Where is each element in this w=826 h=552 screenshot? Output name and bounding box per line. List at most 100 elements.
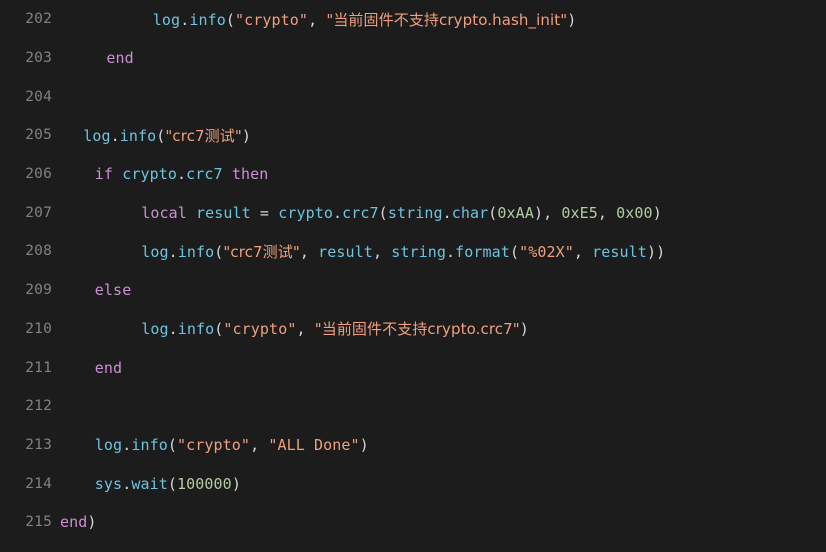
code-line[interactable]: 206 if crypto.crc7 then	[0, 155, 826, 194]
code-line[interactable]: 210 log.info("crypto", "当前固件不支持crypto.crc…	[0, 310, 826, 349]
token-punc: )	[519, 320, 529, 339]
token-punc: .	[177, 165, 187, 184]
token-ident: result	[318, 242, 373, 261]
code-line[interactable]: 215 end)	[0, 503, 826, 542]
code-line-content[interactable]: else	[52, 281, 826, 299]
code-line[interactable]: 207 local result = crypto.crc7(string.cha…	[0, 193, 826, 232]
token-ident: info	[131, 435, 168, 454]
code-line-content[interactable]: end	[52, 359, 826, 377]
token-punc: .	[122, 474, 132, 493]
token-punc: )	[567, 10, 577, 29]
code-line[interactable]: 213 log.info("crypto", "ALL Done")	[0, 426, 826, 465]
token-punc: (	[225, 10, 236, 29]
token-op: =	[259, 203, 270, 222]
code-line[interactable]: 211 end	[0, 348, 826, 387]
token-kw: else	[94, 281, 132, 300]
token-ident: info	[119, 126, 157, 145]
line-number: 210	[25, 320, 52, 337]
code-line-content[interactable]: local result = crypto.crc7(string.char(0…	[52, 204, 826, 222]
code-line-content[interactable]: sys.wait(100000)	[52, 475, 826, 493]
token-str: "crypto"	[177, 435, 251, 454]
token-punc	[223, 165, 232, 183]
line-number: 209	[25, 282, 52, 299]
token-str: "crc7测试"	[223, 242, 300, 261]
token-punc	[251, 204, 260, 222]
token-punc: .	[180, 10, 190, 29]
code-line-content[interactable]: end	[52, 49, 826, 67]
token-punc: ,	[299, 242, 319, 261]
code-line[interactable]: 204	[0, 77, 826, 116]
token-ident: log	[152, 10, 181, 29]
code-line-content[interactable]: log.info("crc7测试")	[52, 125, 826, 146]
token-punc: )	[231, 474, 241, 493]
token-punc: )	[359, 435, 369, 454]
token-punc: .	[168, 320, 178, 339]
token-punc: .	[446, 242, 456, 261]
token-punc: )	[652, 203, 662, 222]
token-ident: sys	[94, 474, 123, 493]
line-number: 204	[25, 88, 52, 105]
token-punc: (	[378, 203, 388, 222]
token-str: "ALL Done"	[268, 435, 360, 454]
token-ident: crypto	[278, 203, 333, 222]
code-line-content[interactable]: log.info("crypto", "当前固件不支持crypto.crc7")	[52, 318, 826, 339]
line-number: 203	[25, 50, 52, 67]
code-line[interactable]: 212	[0, 387, 826, 426]
token-punc: (	[167, 474, 178, 493]
token-punc	[269, 204, 278, 222]
token-punc: ,	[573, 242, 593, 261]
token-ident: char	[451, 203, 489, 222]
token-str: "crypto"	[223, 320, 297, 339]
code-editor[interactable]: 202 log.info("crypto", "当前固件不支持crypto.has…	[0, 0, 826, 552]
line-number: 202	[25, 11, 52, 28]
token-str: "当前固件不支持crypto.hash_init"	[326, 10, 568, 29]
token-ident: log	[83, 126, 111, 145]
token-ident: result	[592, 242, 647, 261]
token-str: "crc7测试"	[165, 126, 242, 145]
line-number: 207	[25, 204, 52, 221]
token-punc: ,	[296, 320, 315, 339]
token-kw: end	[106, 49, 134, 68]
token-ident: crc7	[342, 203, 379, 222]
token-ident: string	[387, 203, 443, 222]
token-kw: local	[141, 203, 187, 222]
line-number: 213	[25, 436, 52, 453]
line-number: 212	[25, 398, 52, 415]
line-number: 208	[25, 243, 52, 260]
token-punc: )	[241, 126, 252, 145]
token-ident: info	[177, 242, 215, 261]
token-ident: format	[455, 242, 510, 261]
token-punc: (	[509, 242, 520, 261]
line-number: 215	[25, 514, 52, 531]
code-line[interactable]: 214 sys.wait(100000)	[0, 464, 826, 503]
line-number: 206	[25, 166, 52, 183]
code-line[interactable]: 209 else	[0, 271, 826, 310]
token-ident: info	[189, 10, 226, 29]
token-punc	[187, 204, 196, 222]
line-number: 214	[25, 475, 52, 492]
code-lines-container[interactable]: 202 log.info("crypto", "当前固件不支持crypto.has…	[0, 0, 826, 542]
code-line-content[interactable]: if crypto.crc7 then	[52, 165, 826, 183]
token-ident: log	[141, 242, 169, 261]
token-kw: if	[94, 165, 114, 184]
code-line-content[interactable]: log.info("crypto", "当前固件不支持crypto.hash_i…	[52, 9, 826, 30]
code-line[interactable]: 208 log.info("crc7测试", result, string.for…	[0, 232, 826, 271]
token-punc: ))	[646, 242, 666, 261]
code-line-content[interactable]: end)	[52, 513, 826, 531]
token-num: 0xAA	[497, 203, 534, 222]
token-num: 100000	[177, 474, 232, 493]
token-punc: ,	[308, 10, 327, 29]
token-ident: log	[94, 435, 123, 454]
token-num: 0x00	[616, 203, 653, 222]
token-punc	[113, 165, 122, 183]
token-kw: then	[231, 165, 269, 184]
token-str: "crypto"	[235, 10, 309, 29]
token-punc: (	[167, 435, 178, 454]
code-line[interactable]: 205 log.info("crc7测试")	[0, 116, 826, 155]
code-line-content[interactable]: log.info("crypto", "ALL Done")	[52, 436, 826, 454]
code-line-content[interactable]: log.info("crc7测试", result, string.format…	[52, 241, 826, 262]
token-punc: ,	[250, 435, 269, 454]
code-line[interactable]: 203 end	[0, 39, 826, 78]
token-ident: crc7	[186, 165, 223, 184]
code-line[interactable]: 202 log.info("crypto", "当前固件不支持crypto.has…	[0, 0, 826, 39]
